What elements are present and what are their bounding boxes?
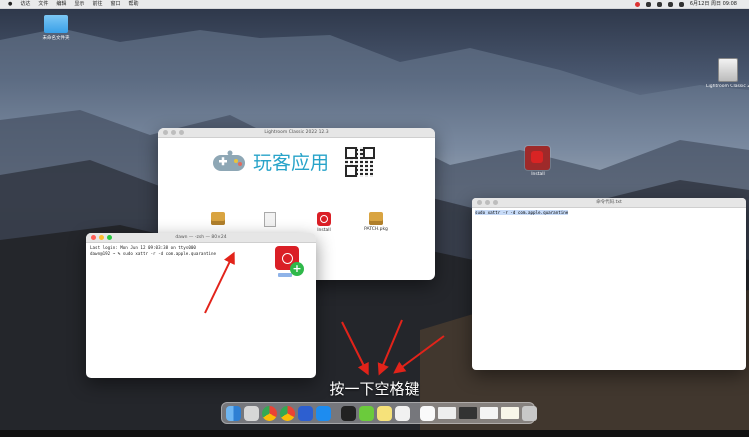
trash-icon[interactable]: [522, 405, 537, 421]
text-edit-icon[interactable]: [395, 405, 410, 421]
cursor-icon[interactable]: [359, 405, 374, 421]
chrome-alt-icon[interactable]: [280, 405, 295, 421]
chrome-icon[interactable]: [262, 405, 277, 421]
notes-icon[interactable]: [377, 405, 392, 421]
launchpad-icon[interactable]: [244, 405, 259, 421]
annotation-arrows: [204, 251, 445, 376]
arrow-to-caption-mid: [377, 319, 403, 376]
window-thumb-icon[interactable]: [480, 407, 498, 419]
instruction-caption: 按一下空格键: [329, 380, 420, 398]
arrow-to-terminal-icon: [204, 251, 235, 314]
app-store-icon[interactable]: [316, 405, 331, 421]
window-thumb-icon[interactable]: [501, 407, 519, 419]
bottom-strip: [0, 430, 749, 437]
window-thumb-icon[interactable]: [459, 407, 477, 419]
dock: [221, 402, 537, 424]
finder-icon[interactable]: [226, 405, 241, 421]
bitwarden-icon[interactable]: [298, 405, 313, 421]
terminal-icon[interactable]: [341, 405, 356, 421]
arrow-to-caption-right: [393, 335, 445, 374]
docs-icon[interactable]: [420, 405, 435, 421]
arrow-to-caption-left: [341, 321, 369, 376]
window-thumb-icon[interactable]: [438, 407, 456, 419]
